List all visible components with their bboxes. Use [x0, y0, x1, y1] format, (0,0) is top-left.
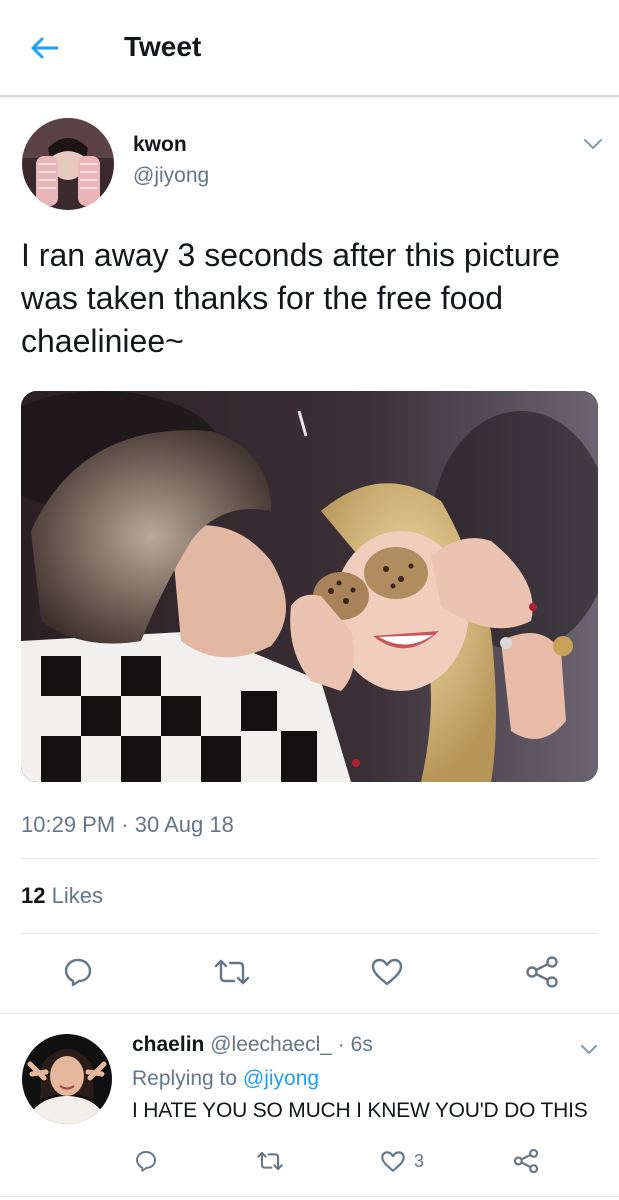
like-icon [371, 958, 403, 986]
reply-like-count: 3 [414, 1150, 425, 1171]
like-icon [381, 1150, 405, 1172]
timestamp-separator: · [121, 812, 129, 837]
likes-count: 12 [21, 883, 46, 908]
reply-author-name[interactable]: chaelin [132, 1033, 204, 1056]
author-avatar[interactable] [22, 118, 114, 210]
divider [21, 933, 598, 934]
tweet-media-photo[interactable] [21, 391, 598, 782]
reply-time: 6s [350, 1033, 373, 1056]
reply-like-button[interactable]: 3 [380, 1144, 440, 1178]
back-button[interactable] [22, 28, 66, 68]
likes-label: Likes [51, 883, 103, 908]
reply-reply-button[interactable] [128, 1144, 164, 1178]
divider [0, 1196, 619, 1197]
reply-menu-button[interactable] [575, 1035, 603, 1063]
reply-button[interactable] [56, 952, 100, 992]
reply-separator: · [337, 1033, 345, 1056]
tweet-timestamp: 10:29 PM · 30 Aug 18 [21, 812, 234, 838]
share-button[interactable] [520, 952, 564, 992]
reply-author-handle[interactable]: @leechaecl_ [210, 1033, 332, 1056]
author-handle[interactable]: @jiyong [133, 164, 209, 188]
retweet-icon [214, 959, 250, 985]
reply-retweet-button[interactable] [250, 1144, 290, 1178]
reply-text: I HATE YOU SO MUCH I KNEW YOU'D DO THIS [132, 1099, 588, 1122]
replying-to: Replying to @jiyong [132, 1067, 319, 1091]
retweet-icon [257, 1151, 283, 1171]
tweet-menu-button[interactable] [579, 130, 607, 158]
share-icon [513, 1148, 539, 1174]
arrow-left-icon [31, 37, 59, 59]
divider [21, 858, 598, 859]
replying-mention-link[interactable]: @jiyong [243, 1067, 319, 1090]
tweet-date: 30 Aug 18 [134, 812, 234, 837]
reply-share-button[interactable] [508, 1144, 544, 1178]
replying-label: Replying to [132, 1067, 238, 1090]
chevron-down-icon [581, 1044, 597, 1054]
divider [0, 1013, 619, 1014]
tweet-text: I ran away 3 seconds after this picture … [21, 237, 560, 359]
like-button[interactable] [364, 952, 410, 992]
tweet-time: 10:29 PM [21, 812, 116, 837]
author-name[interactable]: kwon [133, 133, 187, 157]
reply-author-avatar[interactable] [22, 1034, 112, 1124]
likes-stat[interactable]: 12 Likes [21, 883, 103, 909]
chevron-down-icon [584, 139, 602, 149]
retweet-button[interactable] [208, 952, 256, 992]
page-title: Tweet [124, 31, 202, 62]
reply-header: chaelin @leechaecl_ · 6s [132, 1033, 373, 1057]
top-app-bar: Tweet [0, 0, 619, 97]
share-icon [526, 956, 558, 988]
reply-icon [64, 958, 92, 987]
reply-icon [136, 1151, 156, 1172]
